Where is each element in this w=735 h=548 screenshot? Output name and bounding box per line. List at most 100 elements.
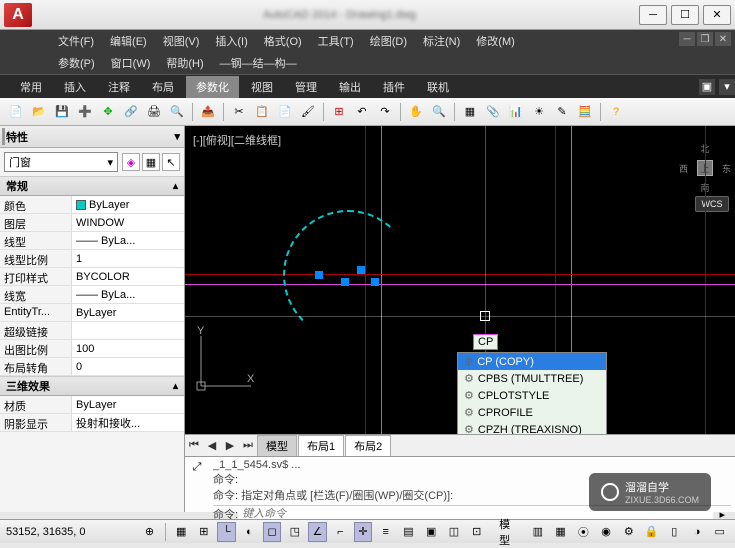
property-row[interactable]: 线型—— ByLa... bbox=[0, 232, 184, 250]
category-general[interactable]: 常规▴ bbox=[0, 176, 184, 196]
plot-icon[interactable]: 🖨 bbox=[144, 102, 164, 122]
osnap-icon[interactable]: ◻ bbox=[263, 522, 282, 542]
workspace-icon[interactable]: ⚙ bbox=[619, 522, 638, 542]
lwt-icon[interactable]: ≡ bbox=[376, 522, 395, 542]
copy-icon[interactable]: 📋 bbox=[252, 102, 272, 122]
lock-icon[interactable]: 🔒 bbox=[642, 522, 661, 542]
property-row[interactable]: 线型比例1 bbox=[0, 250, 184, 268]
xref-icon[interactable]: 📎 bbox=[483, 102, 503, 122]
viewport-label[interactable]: [-][俯视][二维线框] bbox=[193, 132, 281, 148]
tab-last-icon[interactable]: ⏭ bbox=[239, 437, 257, 455]
minimize-button[interactable]: ─ bbox=[639, 5, 667, 25]
grid-icon[interactable]: ⊞ bbox=[195, 522, 214, 542]
tpy-icon[interactable]: ▤ bbox=[399, 522, 418, 542]
autocomplete-item[interactable]: ⚙CPZH (TREAXISNO) bbox=[458, 421, 606, 434]
move-icon[interactable]: ✥ bbox=[98, 102, 118, 122]
menu-tools[interactable]: 工具(T) bbox=[310, 33, 362, 49]
zoom-icon[interactable]: 🔍 bbox=[429, 102, 449, 122]
help-icon[interactable]: ? bbox=[606, 102, 626, 122]
calc-icon[interactable]: 🧮 bbox=[575, 102, 595, 122]
tab-home[interactable]: 常用 bbox=[10, 76, 52, 98]
tab-next-icon[interactable]: ▶ bbox=[221, 437, 239, 455]
autocomplete-item[interactable]: ⚙CPROFILE bbox=[458, 404, 606, 421]
menu-view[interactable]: 视图(V) bbox=[155, 33, 208, 49]
property-row[interactable]: EntityTr...ByLayer bbox=[0, 304, 184, 322]
pan-icon[interactable]: ✋ bbox=[406, 102, 426, 122]
menu-insert[interactable]: 插入(I) bbox=[207, 33, 255, 49]
snap-icon[interactable]: ▦ bbox=[172, 522, 191, 542]
sheet-icon[interactable]: ☀ bbox=[529, 102, 549, 122]
tab-layout[interactable]: 布局 bbox=[142, 76, 184, 98]
new-icon[interactable]: 📄 bbox=[6, 102, 26, 122]
tab-parametric[interactable]: 参数化 bbox=[186, 76, 239, 98]
block-icon[interactable]: ⊞ bbox=[329, 102, 349, 122]
paste-icon[interactable]: 📄 bbox=[275, 102, 295, 122]
menu-format[interactable]: 格式(O) bbox=[256, 33, 310, 49]
ribbon-dropdown[interactable]: ▾ bbox=[719, 79, 735, 95]
quick-view-dwgs-icon[interactable]: ▦ bbox=[551, 522, 570, 542]
match-icon[interactable]: 🖌 bbox=[298, 102, 318, 122]
category-3d[interactable]: 三维效果▴ bbox=[0, 376, 184, 396]
otrack-icon[interactable]: ∠ bbox=[308, 522, 327, 542]
menu-help[interactable]: 帮助(H) bbox=[158, 55, 211, 71]
menu-edit[interactable]: 编辑(E) bbox=[102, 33, 155, 49]
command-expand-icon[interactable]: ⤢ bbox=[185, 457, 209, 512]
dynamic-input[interactable]: CP bbox=[473, 334, 498, 350]
ducs-icon[interactable]: ⌐ bbox=[331, 522, 350, 542]
link-icon[interactable]: 🔗 bbox=[121, 102, 141, 122]
object-type-dropdown[interactable]: 门窗▾ bbox=[4, 152, 118, 172]
preview-icon[interactable]: 🔍 bbox=[167, 102, 187, 122]
status-coords[interactable]: 53152, 31635, 0 bbox=[6, 526, 136, 538]
property-row[interactable]: 出图比例100 bbox=[0, 340, 184, 358]
quick-select-icon[interactable]: ◈ bbox=[122, 153, 140, 171]
palette-close-icon[interactable]: ▾ bbox=[174, 130, 180, 143]
dyn-icon[interactable]: ✛ bbox=[354, 522, 373, 542]
layers-icon[interactable]: ▦ bbox=[460, 102, 480, 122]
property-row[interactable]: 材质ByLayer bbox=[0, 396, 184, 414]
undo-icon[interactable]: ↶ bbox=[352, 102, 372, 122]
tab-first-icon[interactable]: ⏮ bbox=[185, 437, 203, 455]
tab-prev-icon[interactable]: ◀ bbox=[203, 437, 221, 455]
property-row[interactable]: 超级链接 bbox=[0, 322, 184, 340]
mdi-minimize[interactable]: ─ bbox=[679, 32, 695, 46]
tab-plugins[interactable]: 插件 bbox=[373, 76, 415, 98]
maximize-button[interactable]: ☐ bbox=[671, 5, 699, 25]
menu-window[interactable]: 窗口(W) bbox=[103, 55, 159, 71]
clean-screen-icon[interactable]: ▭ bbox=[710, 522, 729, 542]
menu-modify[interactable]: 修改(M) bbox=[468, 33, 523, 49]
mdi-close[interactable]: ✕ bbox=[715, 32, 731, 46]
plus-icon[interactable]: ➕ bbox=[75, 102, 95, 122]
quick-view-layouts-icon[interactable]: ▥ bbox=[529, 522, 548, 542]
menu-dimension[interactable]: 标注(N) bbox=[415, 33, 468, 49]
save-icon[interactable]: 💾 bbox=[52, 102, 72, 122]
autocomplete-item[interactable]: ⚙CPBS (TMULTTREE) bbox=[458, 370, 606, 387]
isolate-icon[interactable]: ◑ bbox=[688, 522, 707, 542]
menu-file[interactable]: 文件(F) bbox=[50, 33, 102, 49]
anno-scale-icon[interactable]: ⦿ bbox=[574, 522, 593, 542]
tab-layout2[interactable]: 布局2 bbox=[345, 435, 391, 456]
ortho-icon[interactable]: └ bbox=[217, 522, 236, 542]
mdi-restore[interactable]: ❐ bbox=[697, 32, 713, 46]
props-icon[interactable]: 📊 bbox=[506, 102, 526, 122]
property-row[interactable]: 布局转角0 bbox=[0, 358, 184, 376]
tab-insert[interactable]: 插入 bbox=[54, 76, 96, 98]
menu-param[interactable]: 参数(P) bbox=[50, 55, 103, 71]
am-icon[interactable]: ⊡ bbox=[467, 522, 486, 542]
ribbon-expand[interactable]: ▣ bbox=[699, 79, 715, 95]
autocomplete-item[interactable]: ⊕CP (COPY) bbox=[458, 353, 606, 370]
publish-icon[interactable]: 📤 bbox=[198, 102, 218, 122]
cut-icon[interactable]: ✂ bbox=[229, 102, 249, 122]
tab-model[interactable]: 模型 bbox=[257, 435, 297, 456]
markup-icon[interactable]: ✎ bbox=[552, 102, 572, 122]
sc-icon[interactable]: ◫ bbox=[445, 522, 464, 542]
tab-view[interactable]: 视图 bbox=[241, 76, 283, 98]
wcs-badge[interactable]: WCS bbox=[695, 196, 729, 212]
menu-draw[interactable]: 绘图(D) bbox=[362, 33, 415, 49]
tab-output[interactable]: 输出 bbox=[329, 76, 371, 98]
select-objects-icon[interactable]: ▦ bbox=[142, 153, 160, 171]
tab-online[interactable]: 联机 bbox=[417, 76, 459, 98]
open-icon[interactable]: 📂 bbox=[29, 102, 49, 122]
3dosnap-icon[interactable]: ◳ bbox=[285, 522, 304, 542]
app-icon[interactable]: A bbox=[4, 3, 32, 27]
pickadd-icon[interactable]: ↖ bbox=[162, 153, 180, 171]
